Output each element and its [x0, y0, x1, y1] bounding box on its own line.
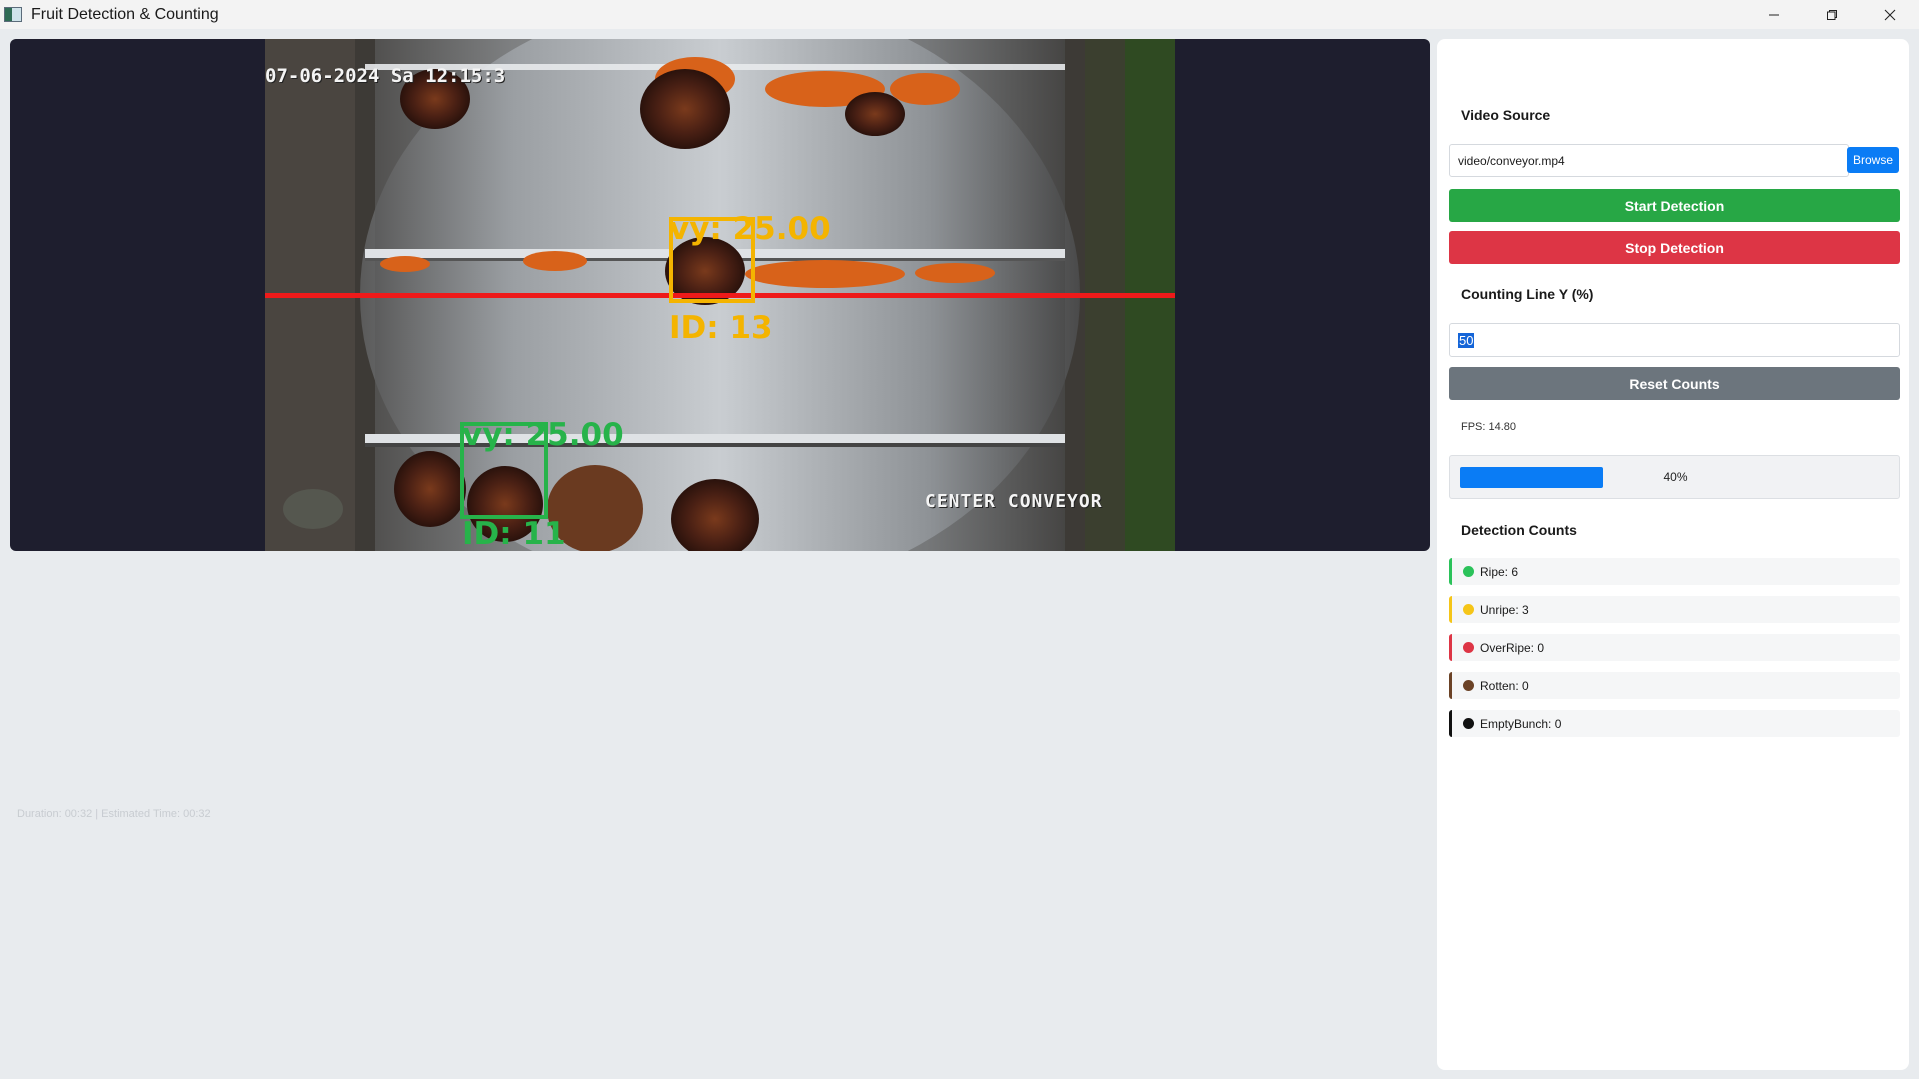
video-timestamp-overlay: 07-06-2024 Sa 12:15:3 [265, 65, 506, 87]
detection-count-label: Ripe: 6 [1480, 564, 1519, 579]
detection-count-label: EmptyBunch: 0 [1480, 716, 1562, 731]
minimize-icon [1769, 14, 1779, 15]
app-icon [4, 7, 22, 22]
track-bounding-box [669, 217, 755, 303]
detection-count-item: Ripe: 6 [1449, 558, 1900, 585]
close-button[interactable] [1861, 0, 1919, 29]
progress-label: 40% [1663, 470, 1688, 484]
start-detection-button[interactable]: Start Detection [1449, 189, 1900, 222]
restore-icon [1827, 9, 1837, 20]
track-id-label: ID: 13 [669, 310, 773, 346]
counting-line-title: Counting Line Y (%) [1461, 286, 1594, 302]
progress-bar: 40% [1449, 455, 1900, 499]
detection-counts-title: Detection Counts [1461, 522, 1577, 538]
detection-count-label: Rotten: 0 [1480, 678, 1529, 693]
counting-line-input[interactable]: 50 [1449, 323, 1900, 357]
status-dot-icon [1463, 680, 1474, 691]
track-bounding-box [460, 422, 548, 519]
minimize-button[interactable] [1745, 0, 1803, 29]
window-controls [1745, 0, 1919, 29]
detection-count-label: OverRipe: 0 [1480, 640, 1545, 655]
detection-count-label: Unripe: 3 [1480, 602, 1529, 617]
restore-button[interactable] [1803, 0, 1861, 29]
window-title: Fruit Detection & Counting [31, 5, 219, 23]
video-source-title: Video Source [1461, 107, 1551, 123]
status-dot-icon [1463, 642, 1474, 653]
status-dot-icon [1463, 718, 1474, 729]
detection-count-item: OverRipe: 0 [1449, 634, 1900, 661]
video-panel: 07-06-2024 Sa 12:15:3 CENTER CONVEYOR vy… [10, 39, 1430, 551]
duration-status: Duration: 00:32 | Estimated Time: 00:32 [17, 808, 211, 820]
detection-count-item: Rotten: 0 [1449, 672, 1900, 699]
browse-button[interactable]: Browse [1847, 147, 1899, 173]
status-dot-icon [1463, 604, 1474, 615]
control-panel: Video Source video/conveyor.mp4 Browse S… [1437, 39, 1909, 1070]
counting-line-value: 50 [1458, 332, 1475, 348]
reset-counts-button[interactable]: Reset Counts [1449, 367, 1900, 400]
video-frame: 07-06-2024 Sa 12:15:3 CENTER CONVEYOR vy… [265, 39, 1175, 551]
status-dot-icon [1463, 566, 1474, 577]
window-titlebar: Fruit Detection & Counting [0, 0, 1919, 29]
stop-detection-button[interactable]: Stop Detection [1449, 231, 1900, 264]
video-path-input[interactable]: video/conveyor.mp4 [1449, 144, 1849, 177]
detection-count-item: EmptyBunch: 0 [1449, 710, 1900, 737]
fps-readout: FPS: 14.80 [1461, 421, 1517, 433]
camera-label-overlay: CENTER CONVEYOR [925, 491, 1103, 512]
track-id-label: ID: 11 [462, 516, 566, 551]
close-icon [1884, 9, 1896, 20]
detection-count-item: Unripe: 3 [1449, 596, 1900, 623]
